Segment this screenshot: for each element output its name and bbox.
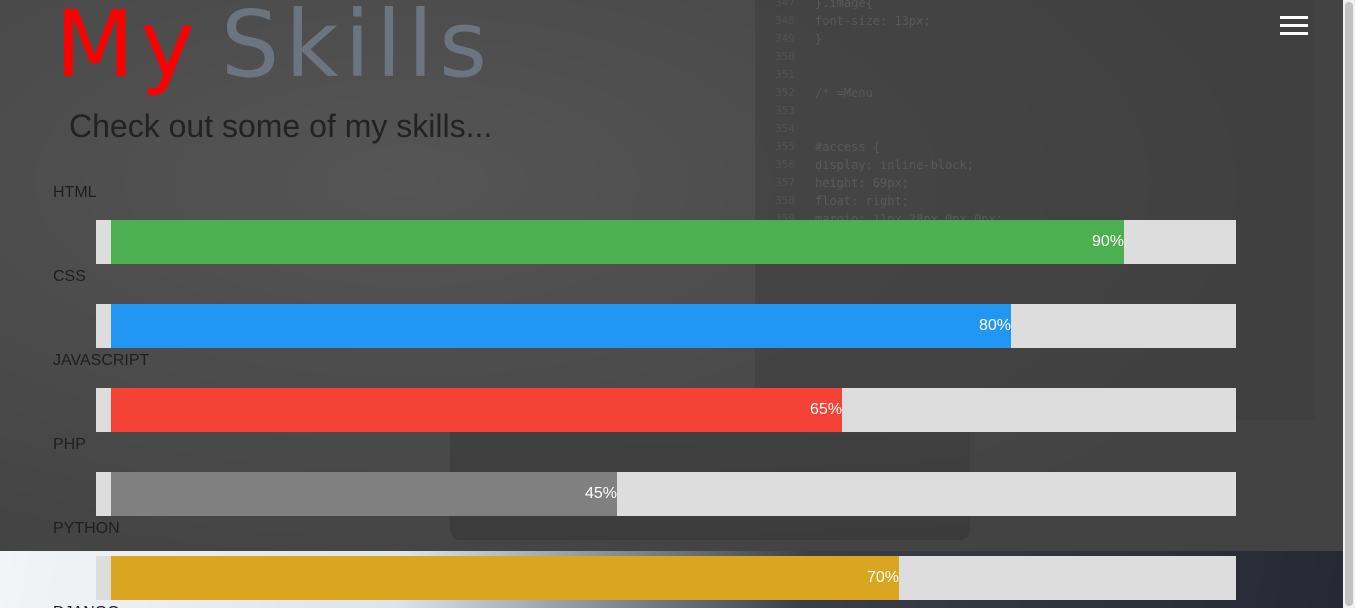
page-subtitle: Check out some of my skills... [69, 108, 493, 144]
skill-label: PHP [53, 436, 86, 453]
skill-bar-fill: 45% [111, 472, 617, 516]
skill-label: HTML [53, 184, 97, 201]
skill-bar-fill: 80% [111, 304, 1011, 348]
skill-bar-track: 65% [96, 388, 1236, 432]
skill-bar-track: 70% [96, 556, 1236, 600]
skill-label: JAVASCRIPT [53, 352, 150, 369]
skill-bar-fill: 70% [111, 556, 899, 600]
title-my: My [55, 0, 201, 98]
skill-label: PYTHON [53, 520, 120, 537]
menu-line [1280, 24, 1308, 27]
skill-bar-fill: 65% [111, 388, 842, 432]
hamburger-menu-icon[interactable] [1280, 16, 1308, 36]
skill-bar-track: 45% [96, 472, 1236, 516]
scrollbar[interactable] [1343, 0, 1355, 608]
skill-bar-track: 90% [96, 220, 1236, 264]
skill-bar-fill: 90% [111, 220, 1124, 264]
title-skills: Skills [220, 0, 494, 98]
page-title: My Skills [55, 0, 493, 100]
menu-line [1280, 32, 1308, 35]
page: 347}.image{348font-size: 13px;349}350351… [0, 0, 1355, 608]
skill-label: CSS [53, 268, 86, 285]
menu-line [1280, 16, 1308, 19]
skill-bar-track: 80% [96, 304, 1236, 348]
skill-label: DJANGO [53, 604, 120, 608]
scrollbar-thumb[interactable] [1345, 2, 1353, 606]
